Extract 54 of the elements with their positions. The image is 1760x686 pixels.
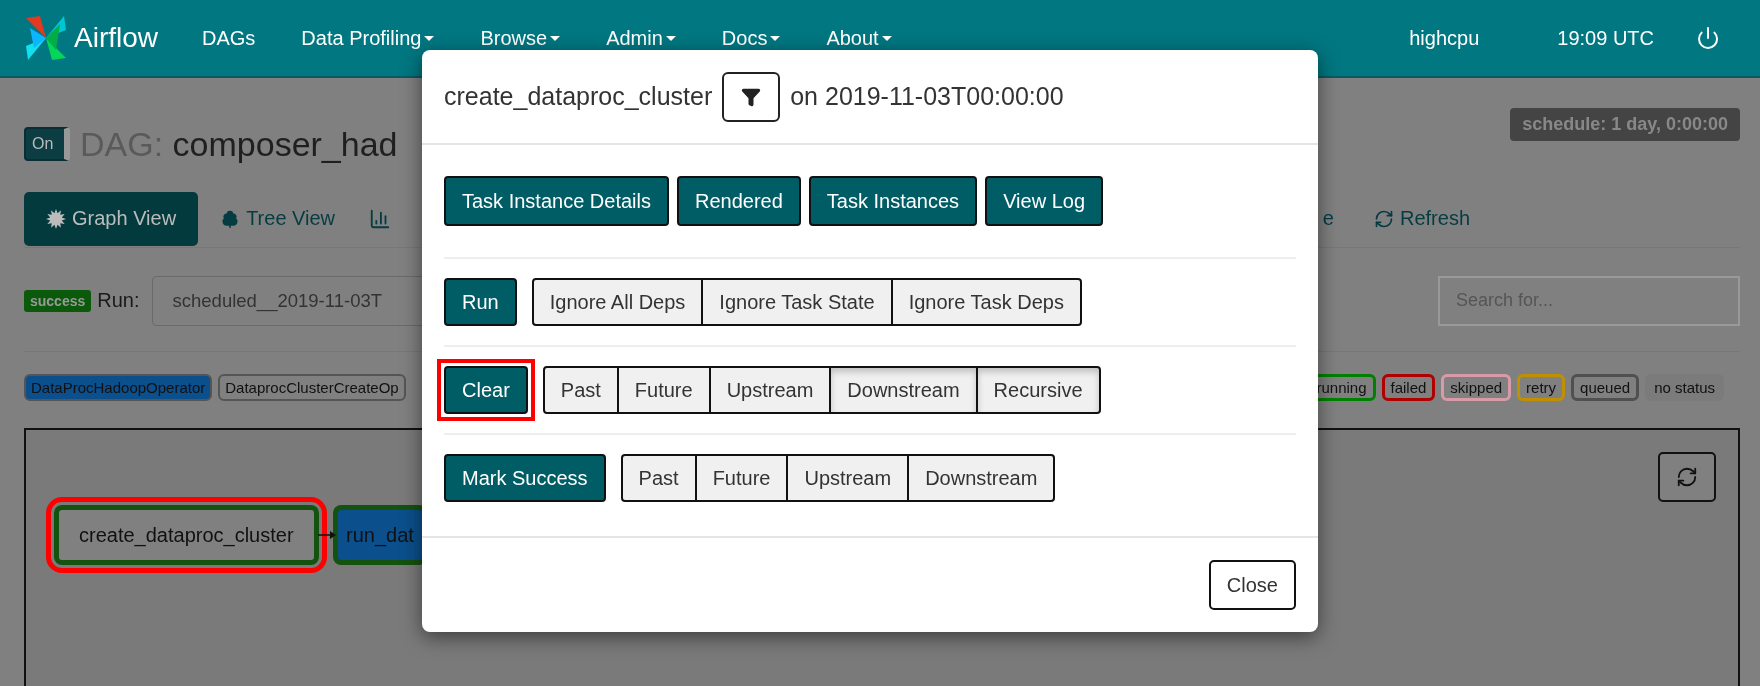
action-button[interactable]: Run: [444, 278, 517, 326]
state-tag: skipped: [1441, 373, 1512, 401]
state-badge: success: [24, 289, 92, 312]
nav-menu-item[interactable]: About: [826, 26, 892, 50]
bar-chart-icon: [369, 207, 392, 230]
nav-menu-item[interactable]: Data Profiling: [301, 26, 435, 50]
filter-icon: [741, 86, 762, 107]
run-label: Run:: [97, 289, 140, 312]
nav-menu-item[interactable]: Admin: [606, 26, 676, 50]
nav-menu-item[interactable]: Browse: [480, 26, 561, 50]
close-button[interactable]: Close: [1208, 560, 1296, 610]
schedule-label: schedule: 1 day, 0:00:00: [1510, 107, 1740, 141]
dialog-link-button[interactable]: View Log: [985, 176, 1104, 226]
dialog-link-button[interactable]: Rendered: [677, 176, 801, 226]
nav-menu-item[interactable]: DAGs: [202, 26, 256, 50]
edge-arrow: [318, 530, 336, 540]
option-toggle[interactable]: Past: [620, 454, 697, 502]
tree-icon: [220, 208, 241, 229]
user-name[interactable]: highcpu: [1409, 26, 1480, 50]
refresh-icon: [1373, 208, 1394, 229]
option-toggle[interactable]: Past: [542, 366, 619, 414]
refresh-icon: [1676, 466, 1698, 488]
option-toggle[interactable]: Downstream: [907, 454, 1056, 502]
nav-menu-item[interactable]: Docs: [721, 26, 781, 50]
option-toggle[interactable]: Downstream: [829, 366, 978, 414]
pinwheel-logo: [24, 14, 68, 62]
action-button[interactable]: Clear: [444, 366, 528, 414]
state-tag: queued: [1571, 373, 1640, 401]
operator-tag: DataProcHadoopOperator: [24, 373, 213, 401]
sunburst-icon: [46, 208, 66, 229]
option-toggle[interactable]: Future: [694, 454, 789, 502]
dialog-link-button[interactable]: Task Instances: [808, 176, 978, 226]
state-tag: failed: [1381, 373, 1436, 401]
option-toggle[interactable]: Recursive: [975, 366, 1101, 414]
filter-button[interactable]: [722, 71, 781, 122]
power-icon[interactable]: [1696, 26, 1720, 50]
view-tab[interactable]: Graph View: [24, 191, 199, 246]
option-toggle[interactable]: Future: [616, 366, 711, 414]
state-tag: retry: [1517, 373, 1566, 401]
state-tag: no status: [1645, 373, 1724, 401]
brand-name[interactable]: Airflow: [74, 22, 158, 54]
option-toggle[interactable]: Ignore Task State: [701, 278, 893, 326]
option-toggle[interactable]: Upstream: [708, 366, 832, 414]
action-button[interactable]: Mark Success: [444, 454, 606, 502]
dag-toggle[interactable]: On: [24, 127, 70, 161]
dialog-link-button[interactable]: Task Instance Details: [444, 176, 669, 226]
operator-tag: DataprocClusterCreateOp: [218, 373, 406, 401]
clock-text: 19:09 UTC: [1557, 26, 1654, 50]
option-toggle[interactable]: Ignore Task Deps: [890, 278, 1082, 326]
option-toggle[interactable]: Ignore All Deps: [531, 278, 704, 326]
refresh-button[interactable]: [1658, 452, 1716, 502]
option-toggle[interactable]: Upstream: [786, 454, 910, 502]
dialog-title: create_dataproc_cluster: [444, 82, 713, 111]
execution-date: on 2019-11-03T00:00:00: [790, 82, 1064, 111]
